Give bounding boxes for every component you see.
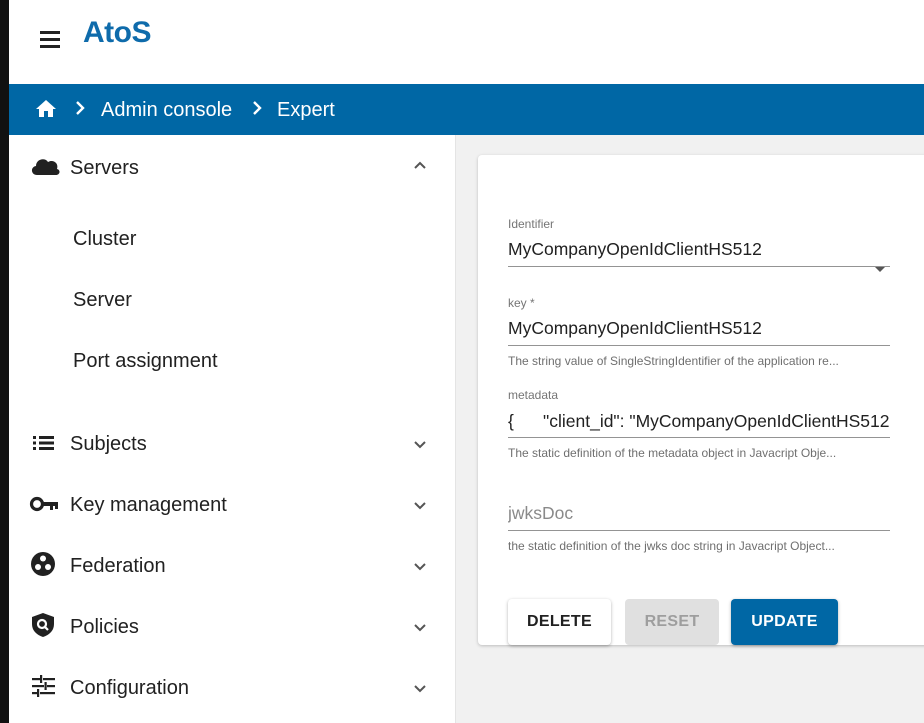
metadata-underline bbox=[508, 437, 890, 438]
reset-button[interactable]: RESET bbox=[625, 599, 719, 645]
identifier-underline bbox=[508, 266, 890, 267]
metadata-help-text: The static definition of the metadata ob… bbox=[508, 446, 837, 460]
top-bar: AtoS bbox=[9, 0, 924, 84]
chevron-down-icon bbox=[414, 563, 426, 571]
sidebar-item-configuration[interactable]: Configuration bbox=[9, 660, 454, 716]
chevron-right-icon bbox=[76, 101, 85, 115]
shield-icon bbox=[32, 613, 54, 637]
sidebar-item-label: Configuration bbox=[70, 677, 189, 699]
sidebar-item-label: Policies bbox=[70, 616, 139, 638]
breadcrumb: Admin console Expert bbox=[9, 84, 924, 135]
chevron-right-icon bbox=[253, 101, 262, 115]
key-underline bbox=[508, 345, 890, 346]
chevron-down-icon bbox=[414, 685, 426, 693]
chevron-up-icon bbox=[414, 161, 426, 169]
update-button[interactable]: UPDATE bbox=[731, 599, 838, 645]
sidebar-item-subjects[interactable]: Subjects bbox=[9, 416, 454, 472]
sidebar-item-label: Key management bbox=[70, 494, 227, 516]
sidebar-item-label: Federation bbox=[70, 555, 166, 577]
jwksdoc-input[interactable]: jwksDoc bbox=[508, 503, 890, 524]
federation-icon bbox=[31, 552, 55, 576]
sidebar-item-label: Subjects bbox=[70, 433, 147, 455]
identifier-label: Identifier bbox=[508, 217, 555, 231]
sidebar-item-servers[interactable]: Servers bbox=[9, 139, 454, 195]
sidebar-item-key-management[interactable]: Key management bbox=[9, 477, 454, 533]
key-label: key * bbox=[508, 296, 535, 310]
breadcrumb-admin-console[interactable]: Admin console bbox=[101, 99, 232, 122]
app-window: AtoS Admin console Expert Servers Cluste… bbox=[9, 0, 924, 723]
chevron-down-icon bbox=[414, 624, 426, 632]
list-icon bbox=[33, 436, 54, 450]
metadata-label: metadata bbox=[508, 388, 559, 402]
cloud-icon bbox=[31, 159, 60, 175]
atos-logo: AtoS bbox=[83, 16, 152, 49]
main-content: Identifier MyCompanyOpenIdClientHS512 ke… bbox=[455, 135, 924, 723]
key-input[interactable]: MyCompanyOpenIdClientHS512 bbox=[508, 318, 890, 339]
breadcrumb-expert[interactable]: Expert bbox=[277, 99, 335, 122]
jwksdoc-help-text: the static definition of the jwks doc st… bbox=[508, 539, 835, 553]
key-icon bbox=[29, 496, 58, 512]
chevron-down-icon bbox=[414, 502, 426, 510]
key-help-text: The string value of SingleStringIdentifi… bbox=[508, 354, 839, 368]
sidebar-subitem-port-assignment[interactable]: Port assignment bbox=[73, 350, 218, 373]
sliders-icon bbox=[32, 675, 55, 697]
jwksdoc-underline bbox=[508, 530, 890, 531]
sidebar-subitem-server[interactable]: Server bbox=[73, 289, 132, 312]
sidebar-item-policies[interactable]: Policies bbox=[9, 599, 454, 655]
sidebar: Servers Cluster Server Port assignment S… bbox=[9, 135, 454, 723]
chevron-down-icon bbox=[414, 441, 426, 449]
identifier-select[interactable]: MyCompanyOpenIdClientHS512 bbox=[508, 239, 868, 260]
delete-button[interactable]: DELETE bbox=[508, 599, 611, 645]
sidebar-subitem-cluster[interactable]: Cluster bbox=[73, 228, 136, 251]
hamburger-icon[interactable] bbox=[38, 27, 62, 51]
metadata-input[interactable]: { "client_id": "MyCompanyOpenIdClientHS5… bbox=[508, 411, 890, 432]
sidebar-item-label: Servers bbox=[70, 157, 139, 179]
edit-card: Identifier MyCompanyOpenIdClientHS512 ke… bbox=[478, 155, 924, 645]
sidebar-item-federation[interactable]: Federation bbox=[9, 538, 454, 594]
home-icon[interactable] bbox=[33, 97, 59, 121]
